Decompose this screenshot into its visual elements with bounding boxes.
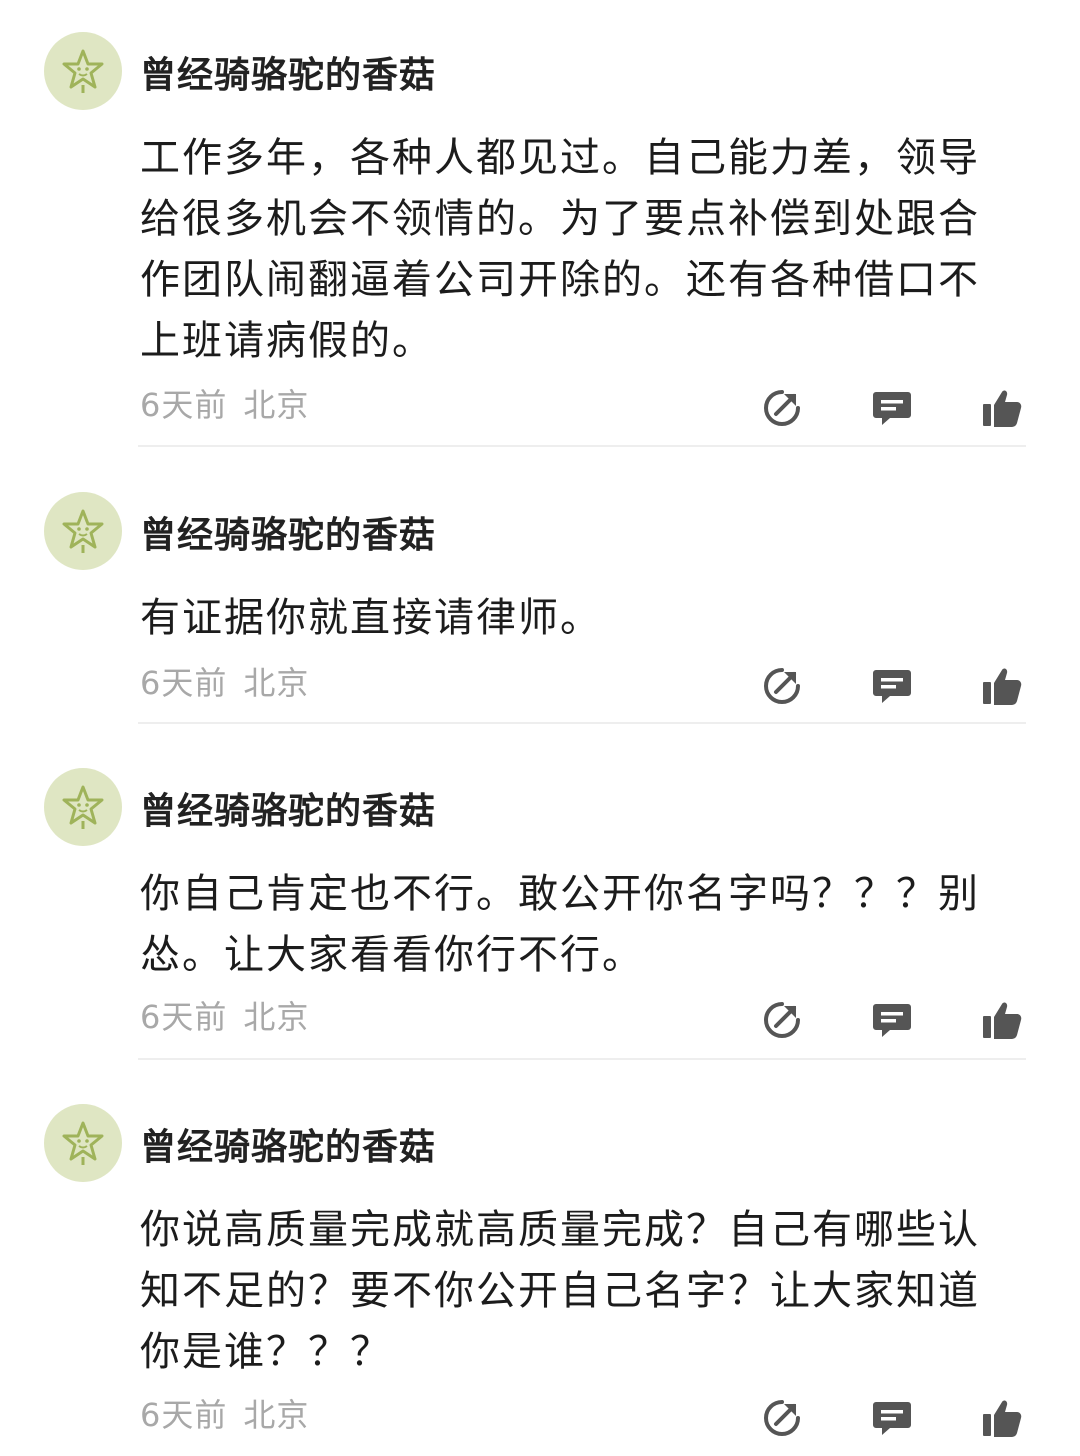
star-face-icon [62, 1121, 104, 1165]
reply-icon [873, 1402, 911, 1435]
share-button[interactable] [760, 998, 804, 1042]
star-face-icon [62, 785, 104, 829]
comment-location: 北京 [243, 998, 310, 1036]
comment-text: 你说高质量完成就高质量完成？自己有哪些认知不足的？要不你公开自己名字？让大家知道… [140, 1207, 980, 1375]
comment-location: 北京 [243, 1396, 310, 1434]
comment-text: 工作多年，各种人都见过。自己能力差，领导给很多机会不领情的。为了要点补偿到处跟合… [140, 135, 980, 364]
avatar[interactable] [44, 32, 122, 110]
thumbs-up-icon [983, 1002, 1022, 1039]
star-face-icon [62, 49, 104, 93]
share-icon [764, 668, 800, 704]
comment-time: 6天前 [140, 998, 228, 1036]
comment-time: 6天前 [140, 664, 228, 702]
avatar[interactable] [44, 492, 122, 570]
share-icon [764, 390, 800, 426]
comment-actions [760, 386, 1022, 430]
reply-button[interactable] [870, 664, 914, 708]
comment-location: 北京 [243, 664, 310, 702]
like-button[interactable] [980, 1396, 1024, 1440]
comment-location: 北京 [243, 386, 310, 424]
like-button[interactable] [980, 664, 1024, 708]
comment-text: 你自己肯定也不行。敢公开你名字吗？？？别怂。让大家看看你行不行。 [140, 871, 980, 978]
share-button[interactable] [760, 1396, 804, 1440]
reply-button[interactable] [870, 998, 914, 1042]
divider [138, 1058, 1026, 1060]
thumbs-up-icon [983, 668, 1022, 705]
comment-meta: 6天前 北京 [140, 1390, 309, 1436]
thumbs-up-icon [983, 1400, 1022, 1437]
username[interactable]: 曾经骑骆驼的香菇 [140, 46, 436, 98]
star-face-icon [62, 509, 104, 553]
share-icon [764, 1400, 800, 1436]
avatar[interactable] [44, 1104, 122, 1182]
like-button[interactable] [980, 998, 1024, 1042]
reply-button[interactable] [870, 1396, 914, 1440]
comment-actions [760, 998, 1022, 1042]
comment-meta: 6天前 北京 [140, 992, 309, 1038]
reply-icon [873, 1004, 911, 1037]
divider [138, 445, 1026, 447]
divider [138, 722, 1026, 724]
comment-meta: 6天前 北京 [140, 380, 309, 426]
share-icon [764, 1002, 800, 1038]
reply-button[interactable] [870, 386, 914, 430]
comment-time: 6天前 [140, 386, 228, 424]
username[interactable]: 曾经骑骆驼的香菇 [140, 782, 436, 834]
reply-icon [873, 392, 911, 425]
thumbs-up-icon [983, 390, 1022, 427]
comment-time: 6天前 [140, 1396, 228, 1434]
comment-meta: 6天前 北京 [140, 658, 309, 704]
comment-text: 有证据你就直接请律师。 [140, 595, 602, 641]
username[interactable]: 曾经骑骆驼的香菇 [140, 506, 436, 558]
username[interactable]: 曾经骑骆驼的香菇 [140, 1118, 436, 1170]
comment-actions [760, 664, 1022, 708]
share-button[interactable] [760, 664, 804, 708]
like-button[interactable] [980, 386, 1024, 430]
comment-actions [760, 1396, 1022, 1440]
share-button[interactable] [760, 386, 804, 430]
avatar[interactable] [44, 768, 122, 846]
reply-icon [873, 670, 911, 703]
